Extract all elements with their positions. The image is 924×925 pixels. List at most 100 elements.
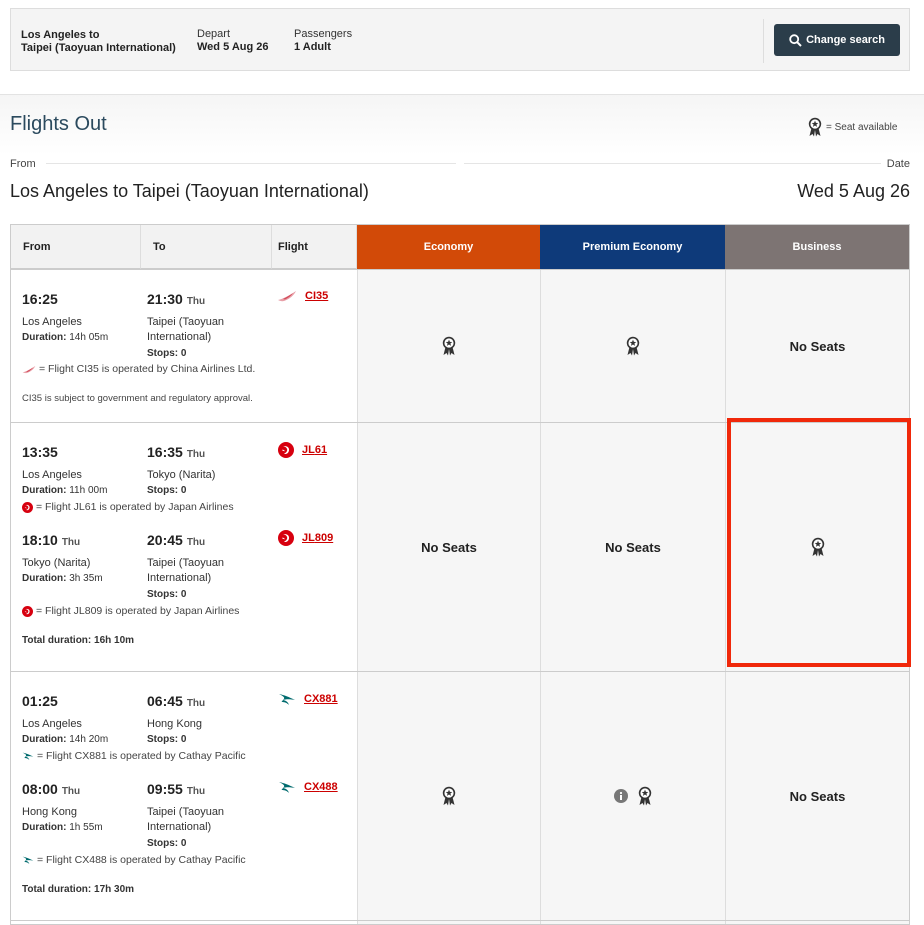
from-label: From — [10, 158, 36, 170]
cabin-header-business: Business — [725, 225, 909, 269]
award-seat-icon — [808, 117, 822, 137]
change-search-label: Change search — [806, 34, 885, 46]
premium-economy-no-seats: No Seats — [540, 423, 725, 671]
premium-economy-seat-available[interactable] — [540, 672, 725, 920]
destination-airport: Tokyo (Narita) — [147, 469, 216, 481]
cabin-header-premium-economy: Premium Economy — [540, 225, 725, 269]
page-title: Flights Out — [10, 113, 107, 135]
duration: Duration: 14h 05m — [22, 332, 109, 343]
flight-details: 01:25 06:45 Thu CX881 Los Angeles Duratio… — [11, 672, 357, 920]
flight-details: 16:25 21:30 Thu CI35 Los Angeles Duration… — [11, 270, 357, 422]
origin-airport: Los Angeles — [22, 316, 82, 328]
stops: Stops: 0 — [147, 734, 187, 745]
flight-details: 13:35 16:35 Thu JL61 Los Angeles Duration… — [11, 423, 357, 671]
summary-route: Los Angeles to Taipei (Taoyuan Internati… — [21, 29, 176, 55]
depart-label: Depart — [197, 28, 231, 40]
approval-note: CI35 is subject to government and regula… — [22, 393, 253, 404]
destination-airport: Taipei (Taoyuan International) — [147, 316, 225, 343]
economy-seat-available[interactable] — [357, 672, 540, 920]
departure-time: 13:35 — [22, 444, 58, 460]
operator-note: = Flight JL809 is operated by Japan Airl… — [22, 605, 239, 617]
duration: Duration: 3h 35m — [22, 573, 103, 584]
flight-row — [11, 920, 909, 924]
business-seat-available[interactable] — [725, 423, 909, 671]
economy-seat-available[interactable] — [357, 270, 540, 422]
arrival-time: 21:30 Thu — [147, 291, 206, 307]
page-header-band — [0, 94, 924, 155]
column-header-from: From — [11, 225, 141, 269]
flight-link-jl61[interactable]: JL61 — [278, 442, 327, 458]
operator-note: = Flight CX881 is operated by Cathay Pac… — [22, 750, 246, 762]
japan-airlines-icon — [22, 502, 33, 513]
date-label: Date — [886, 158, 910, 170]
japan-airlines-icon — [278, 530, 294, 546]
award-seat-icon — [442, 336, 456, 356]
operator-note: = Flight CX488 is operated by Cathay Pac… — [22, 854, 246, 866]
depart-value: Wed 5 Aug 26 — [197, 41, 269, 53]
duration: Duration: 1h 55m — [22, 822, 103, 833]
departure-time: 16:25 — [22, 291, 58, 307]
arrival-time: 20:45 Thu — [147, 532, 206, 548]
duration: Duration: 11h 00m — [22, 485, 108, 496]
departure-time: 18:10 Thu — [22, 532, 81, 548]
summary-divider — [763, 19, 764, 63]
departure-time: 01:25 — [22, 693, 58, 709]
summary-origin: Los Angeles to — [21, 29, 100, 41]
award-seat-icon — [811, 537, 825, 557]
business-no-seats: No Seats — [725, 270, 909, 422]
destination-airport: Hong Kong — [147, 718, 203, 730]
search-summary: Los Angeles to Taipei (Taoyuan Internati… — [10, 8, 910, 71]
flight-row: 16:25 21:30 Thu CI35 Los Angeles Duration… — [11, 269, 909, 422]
change-search-button[interactable]: Change search — [774, 24, 900, 56]
award-seat-icon — [626, 336, 640, 356]
flight-row: 01:25 06:45 Thu CX881 Los Angeles Duratio… — [11, 671, 909, 920]
flight-link-ci35[interactable]: CI35 — [277, 290, 328, 302]
route-heading: Los Angeles to Taipei (Taoyuan Internati… — [10, 181, 369, 201]
divider-line — [46, 163, 456, 164]
operator-note: = Flight CI35 is operated by China Airli… — [22, 363, 255, 375]
business-cell — [725, 921, 909, 924]
search-icon — [789, 33, 802, 47]
info-icon[interactable] — [614, 789, 628, 803]
cathay-pacific-icon — [22, 855, 34, 865]
summary-depart: Depart Wed 5 Aug 26 — [197, 28, 269, 54]
flight-link-jl809[interactable]: JL809 — [278, 530, 333, 546]
flight-link-cx881[interactable]: CX881 — [278, 692, 338, 706]
cathay-pacific-icon — [278, 780, 296, 794]
total-duration: Total duration: 16h 10m — [22, 635, 135, 646]
arrival-time: 16:35 Thu — [147, 444, 206, 460]
total-duration: Total duration: 17h 30m — [22, 884, 135, 895]
origin-airport: Los Angeles — [22, 718, 82, 730]
award-seat-icon — [638, 786, 652, 806]
departure-time: 08:00 Thu — [22, 781, 81, 797]
cathay-pacific-icon — [22, 751, 34, 761]
stops: Stops: 0 — [147, 348, 187, 359]
japan-airlines-icon — [278, 442, 294, 458]
column-header-flight: Flight — [272, 225, 357, 269]
cabin-header-economy: Economy — [357, 225, 540, 269]
origin-airport: Tokyo (Narita) — [22, 557, 91, 569]
arrival-time: 09:55 Thu — [147, 781, 206, 797]
economy-no-seats: No Seats — [357, 423, 540, 671]
flight-details — [11, 921, 357, 924]
column-header-to: To — [141, 225, 272, 269]
cathay-pacific-icon — [278, 692, 296, 706]
flight-link-cx488[interactable]: CX488 — [278, 780, 338, 794]
flight-row: 13:35 16:35 Thu JL61 Los Angeles Duration… — [11, 422, 909, 671]
origin-airport: Hong Kong — [22, 806, 78, 818]
divider-line — [464, 163, 881, 164]
china-airlines-icon — [22, 365, 36, 374]
passengers-value: 1 Adult — [294, 41, 331, 53]
award-seat-icon — [442, 786, 456, 806]
premium-economy-seat-available[interactable] — [540, 270, 725, 422]
destination-airport: Taipei (Taoyuan International) — [147, 806, 225, 833]
stops: Stops: 0 — [147, 485, 187, 496]
stops: Stops: 0 — [147, 589, 187, 600]
duration: Duration: 14h 20m — [22, 734, 109, 745]
summary-passengers: Passengers 1 Adult — [294, 28, 352, 54]
flights-table: From To Flight Economy Premium Economy B… — [10, 224, 910, 925]
origin-airport: Los Angeles — [22, 469, 82, 481]
date-heading: Wed 5 Aug 26 — [797, 181, 910, 201]
japan-airlines-icon — [22, 606, 33, 617]
passengers-label: Passengers — [294, 28, 353, 40]
